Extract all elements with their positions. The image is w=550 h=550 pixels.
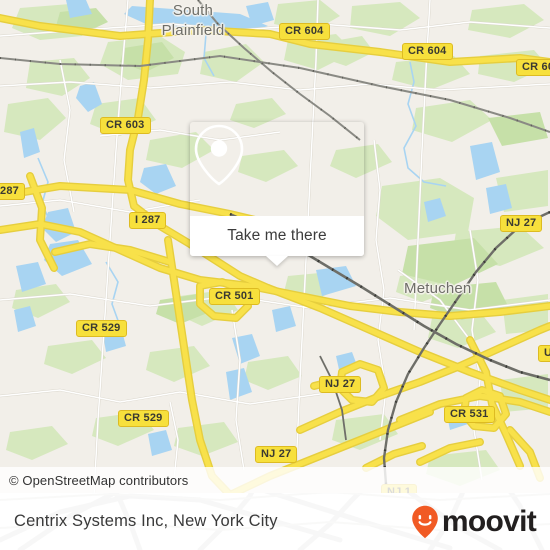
place-label-south-plainfield: South Plainfield [128,1,258,41]
place-label-line: Metuchen [404,280,472,297]
callout-pin-area [190,122,364,216]
road-shield-label: U [544,347,550,359]
road-shield-cr529-a: CR 529 [76,320,127,337]
place-label-line: Plainfield [161,22,225,39]
moovit-wordmark: moovit [441,504,537,538]
road-shield-label: CR 501 [215,290,254,302]
map-canvas[interactable]: South Plainfield Metuchen CR 604 CR 604 … [0,0,550,495]
road-shield-cr501: CR 501 [209,288,260,305]
road-shield-label: I 287 [135,214,161,226]
moovit-brand[interactable]: moovit [411,504,537,539]
road-shield-label: CR 604 [285,25,324,37]
map-screenshot: South Plainfield Metuchen CR 604 CR 604 … [0,0,550,550]
osm-attribution-text: © OpenStreetMap contributors [9,472,189,488]
road-shield-label: NJ 27 [325,378,356,390]
osm-attribution-bar: © OpenStreetMap contributors [0,467,550,493]
location-title: Centrix Systems Inc, New York City [14,512,278,530]
road-shield-cr604-b: CR 604 [402,43,453,60]
road-shield-cr531: CR 531 [444,406,495,423]
place-label-metuchen: Metuchen [404,280,471,297]
road-shield-label: CR 529 [124,412,163,424]
road-shield-label: CR 604 [522,61,550,73]
road-shield-nj27-b: NJ 27 [319,376,362,393]
road-shield-cr604-a: CR 604 [279,23,330,40]
road-shield-cr603: CR 603 [100,117,151,134]
road-shield-nj27-c: NJ 27 [255,446,298,463]
bottom-info-bar: Centrix Systems Inc, New York City moovi… [0,493,550,550]
road-shield-u: U [538,345,550,362]
moovit-pin-smiley-icon [412,505,438,538]
road-shield-label: CR 603 [106,119,145,131]
place-label-line: South [172,2,214,19]
road-shield-cr529-b: CR 529 [118,410,169,427]
callout-label-area[interactable]: Take me there [190,216,364,266]
road-shield-label: CR 531 [450,408,489,420]
road-shield-label: NJ 27 [261,448,292,460]
road-shield-nj27-a: NJ 27 [500,215,543,232]
road-shield-cr604-c: CR 604 [516,59,550,76]
road-shield-label: NJ 27 [506,217,537,229]
road-shield-label: 287 [0,185,19,197]
take-me-there-label: Take me there [227,227,327,244]
road-shield-label: CR 529 [82,322,121,334]
take-me-there-callout[interactable]: Take me there [190,122,364,266]
road-shield-label: CR 604 [408,45,447,57]
road-shield-287: 287 [0,183,25,200]
road-shield-i287: I 287 [129,212,167,229]
map-pin-icon [194,124,244,186]
callout-pointer [266,256,288,266]
